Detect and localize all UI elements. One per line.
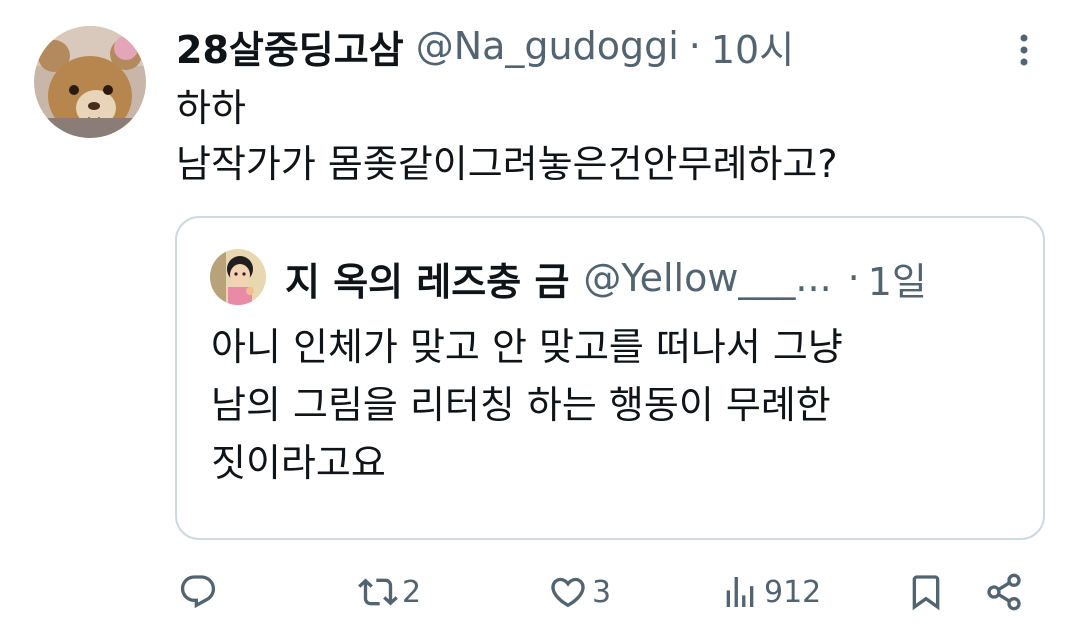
quoted-tweet-text: 아니 인체가 맞고 안 맞고를 떠나서 그냥 남의 그림을 리터칭 하는 행동이… bbox=[211, 318, 843, 492]
quoted-display-name: 지 옥의 레즈충 금 bbox=[285, 259, 570, 304]
bookmark-icon bbox=[912, 575, 940, 611]
views-icon bbox=[726, 577, 754, 607]
tweet-text-line: 하하 bbox=[176, 86, 246, 130]
reply-button[interactable] bbox=[178, 568, 222, 616]
tweet-text: 하하 남작가가 몸좆같이그려놓은건안무례하고? bbox=[176, 80, 838, 192]
quoted-avatar-image bbox=[210, 249, 266, 305]
share-icon bbox=[987, 573, 1021, 611]
tweet-header: 28살중딩고삼 @Na_gudoggi · 10시 bbox=[176, 18, 794, 74]
quoted-tweet-card[interactable]: 지 옥의 레즈충 금 @Yellow___... · 1일 아니 인체가 맞고 … bbox=[175, 216, 1045, 540]
avatar[interactable] bbox=[34, 26, 146, 138]
like-count: 3 bbox=[592, 574, 612, 610]
user-handle[interactable]: @Na_gudoggi bbox=[416, 24, 679, 68]
quoted-text-line: 남의 그림을 리터칭 하는 행동이 무례한 bbox=[211, 383, 831, 427]
more-options-icon[interactable] bbox=[1004, 26, 1044, 74]
retweet-button[interactable]: 2 bbox=[358, 568, 421, 616]
share-button[interactable] bbox=[984, 568, 1024, 616]
heart-icon bbox=[551, 577, 585, 608]
quoted-text-line: 짓이라고요 bbox=[211, 441, 386, 485]
tweet-text-line: 남작가가 몸좆같이그려놓은건안무례하고? bbox=[176, 142, 838, 186]
views-count: 912 bbox=[764, 574, 822, 610]
more-vertical-icon bbox=[1020, 34, 1028, 66]
views-button[interactable]: 912 bbox=[720, 568, 821, 616]
retweet-icon bbox=[358, 578, 398, 606]
display-name[interactable]: 28살중딩고삼 bbox=[176, 19, 404, 74]
like-button[interactable]: 3 bbox=[548, 568, 611, 616]
retweet-count: 2 bbox=[402, 574, 422, 610]
bookmark-button[interactable] bbox=[906, 568, 946, 616]
quoted-user-handle: @Yellow___... bbox=[583, 256, 832, 300]
quoted-avatar bbox=[210, 249, 266, 305]
quoted-text-line: 아니 인체가 맞고 안 맞고를 떠나서 그냥 bbox=[211, 325, 843, 369]
separator-dot: · bbox=[688, 24, 701, 68]
quoted-timestamp: 1일 bbox=[867, 259, 927, 304]
quoted-tweet-header: 지 옥의 레즈충 금 @Yellow___... · 1일 bbox=[285, 250, 927, 306]
reply-icon bbox=[180, 575, 216, 609]
avatar-image bbox=[34, 26, 146, 138]
timestamp[interactable]: 10시 bbox=[711, 19, 794, 74]
quoted-separator-dot: · bbox=[847, 256, 860, 300]
